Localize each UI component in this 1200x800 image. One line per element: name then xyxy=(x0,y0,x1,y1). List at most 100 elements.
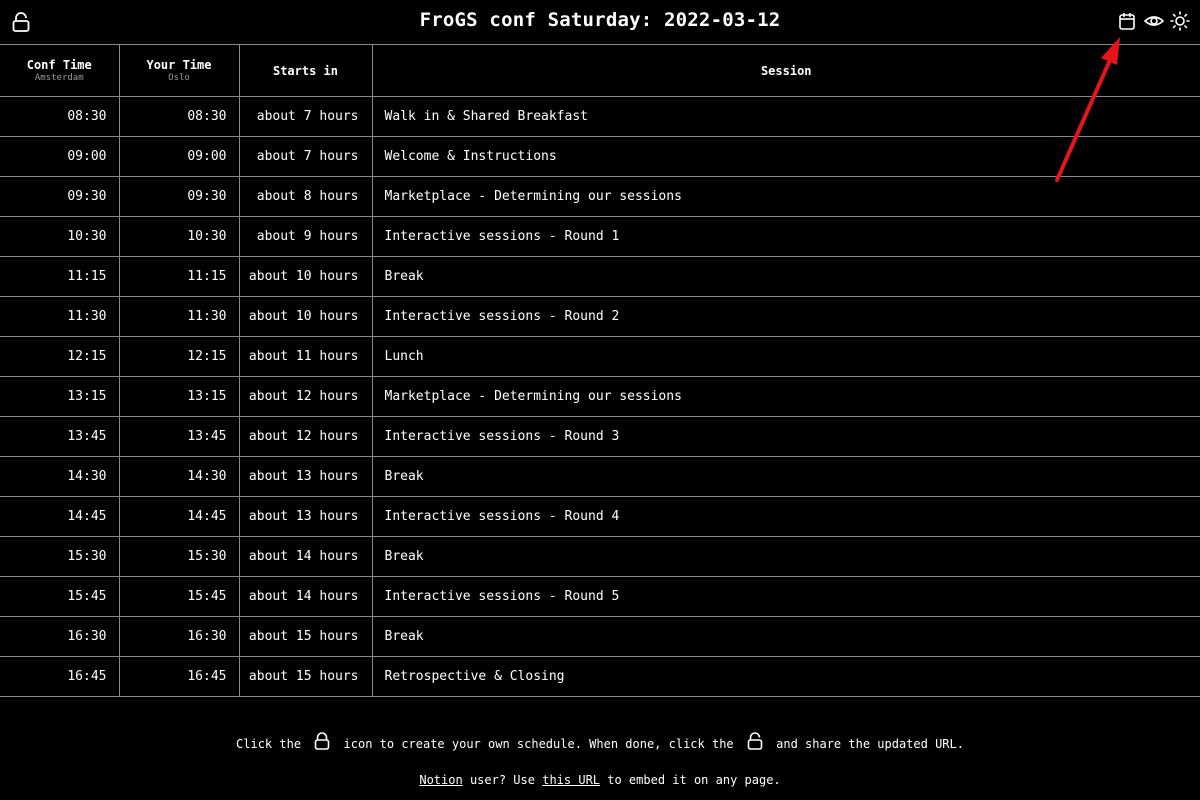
starts-in-cell: about 9 hours xyxy=(239,216,373,257)
your-time-cell: 15:45 xyxy=(119,576,240,617)
starts-in-cell: about 8 hours xyxy=(239,176,373,217)
table-header-row: Conf Time Amsterdam Your Time Oslo Start… xyxy=(0,44,1200,97)
starts-in-cell: about 7 hours xyxy=(239,136,373,177)
column-header-conf-time: Conf Time Amsterdam xyxy=(0,44,120,97)
session-cell: Retrospective & Closing xyxy=(372,656,1200,697)
starts-in-cell: about 12 hours xyxy=(239,416,373,457)
conf-time-cell: 15:45 xyxy=(0,576,120,617)
lock-icon xyxy=(314,732,330,750)
table-row: 16:30 16:30 about 15 hours Break xyxy=(0,616,1200,657)
your-time-cell: 16:45 xyxy=(119,656,240,697)
conf-time-cell: 09:00 xyxy=(0,136,120,177)
conf-time-cell: 11:15 xyxy=(0,256,120,297)
table-row: 15:45 15:45 about 14 hours Interactive sess… xyxy=(0,576,1200,617)
notion-link[interactable]: Notion xyxy=(419,773,462,787)
session-cell: Interactive sessions - Round 3 xyxy=(372,416,1200,457)
session-cell: Walk in & Shared Breakfast xyxy=(372,96,1200,137)
unlock-icon xyxy=(747,732,763,750)
starts-in-cell: about 11 hours xyxy=(239,336,373,377)
table-row: 13:45 13:45 about 12 hours Interactive sess… xyxy=(0,416,1200,457)
starts-in-cell: about 15 hours xyxy=(239,656,373,697)
your-time-cell: 15:30 xyxy=(119,536,240,577)
your-time-cell: 09:00 xyxy=(119,136,240,177)
schedule-table: Conf Time Amsterdam Your Time Oslo Start… xyxy=(0,44,1200,697)
table-row: 14:30 14:30 about 13 hours Break xyxy=(0,456,1200,497)
conf-time-cell: 11:30 xyxy=(0,296,120,337)
table-row: 15:30 15:30 about 14 hours Break xyxy=(0,536,1200,577)
footer-text-2: icon to create your own schedule. When d… xyxy=(343,737,734,751)
header: FroGS conf Saturday: 2022-03-12 xyxy=(0,0,1200,44)
session-cell: Break xyxy=(372,616,1200,657)
conf-time-cell: 09:30 xyxy=(0,176,120,217)
session-cell: Break xyxy=(372,456,1200,497)
session-cell: Welcome & Instructions xyxy=(372,136,1200,177)
column-header-your-time: Your Time Oslo xyxy=(119,44,240,97)
your-time-cell: 10:30 xyxy=(119,216,240,257)
table-row: 08:30 08:30 about 7 hours Walk in & Shared … xyxy=(0,96,1200,137)
your-time-cell: 12:15 xyxy=(119,336,240,377)
conf-time-cell: 14:30 xyxy=(0,456,120,497)
table-row: 12:15 12:15 about 11 hours Lunch xyxy=(0,336,1200,377)
your-time-cell: 08:30 xyxy=(119,96,240,137)
session-cell: Break xyxy=(372,536,1200,577)
calendar-icon[interactable] xyxy=(1118,11,1136,31)
footer-text-1: Click the xyxy=(236,737,302,751)
table-row: 11:15 11:15 about 10 hours Break xyxy=(0,256,1200,297)
your-time-cell: 11:30 xyxy=(119,296,240,337)
conf-time-cell: 13:45 xyxy=(0,416,120,457)
table-row: 11:30 11:30 about 10 hours Interactive sess… xyxy=(0,296,1200,337)
conf-time-cell: 16:30 xyxy=(0,616,120,657)
conf-time-cell: 13:15 xyxy=(0,376,120,417)
your-time-cell: 14:45 xyxy=(119,496,240,537)
eye-icon[interactable] xyxy=(1143,11,1165,31)
starts-in-cell: about 13 hours xyxy=(239,456,373,497)
footer-embed-text-2: to embed it on any page. xyxy=(607,773,781,787)
table-row: 10:30 10:30 about 9 hours Interactive sessi… xyxy=(0,216,1200,257)
session-cell: Interactive sessions - Round 1 xyxy=(372,216,1200,257)
starts-in-cell: about 14 hours xyxy=(239,576,373,617)
session-cell: Interactive sessions - Round 2 xyxy=(372,296,1200,337)
starts-in-cell: about 15 hours xyxy=(239,616,373,657)
session-cell: Break xyxy=(372,256,1200,297)
footer-text-3: and share the updated URL. xyxy=(776,737,964,751)
table-row: 16:45 16:45 about 15 hours Retrospective & … xyxy=(0,656,1200,697)
footer-instructions: Click the icon to create your own schedu… xyxy=(0,732,1200,751)
embed-url-link[interactable]: this URL xyxy=(542,773,600,787)
conf-time-cell: 14:45 xyxy=(0,496,120,537)
starts-in-cell: about 12 hours xyxy=(239,376,373,417)
header-icon-group xyxy=(1118,11,1190,31)
conf-time-cell: 10:30 xyxy=(0,216,120,257)
session-cell: Marketplace - Determining our sessions xyxy=(372,376,1200,417)
your-timezone-label: Oslo xyxy=(168,73,190,83)
conf-time-cell: 12:15 xyxy=(0,336,120,377)
conf-time-cell: 08:30 xyxy=(0,96,120,137)
sun-icon[interactable] xyxy=(1170,11,1190,31)
table-row: 13:15 13:15 about 12 hours Marketplace - De… xyxy=(0,376,1200,417)
table-row: 09:00 09:00 about 7 hours Welcome & Instruc… xyxy=(0,136,1200,177)
starts-in-cell: about 10 hours xyxy=(239,296,373,337)
conf-time-label: Conf Time xyxy=(26,58,92,72)
your-time-cell: 13:15 xyxy=(119,376,240,417)
starts-in-cell: about 13 hours xyxy=(239,496,373,537)
conf-time-cell: 16:45 xyxy=(0,656,120,697)
starts-in-cell: about 7 hours xyxy=(239,96,373,137)
starts-in-cell: about 10 hours xyxy=(239,256,373,297)
your-time-cell: 13:45 xyxy=(119,416,240,457)
your-time-cell: 16:30 xyxy=(119,616,240,657)
footer-embed-text-1: user? Use xyxy=(469,773,535,787)
conf-timezone-label: Amsterdam xyxy=(34,73,84,83)
session-cell: Lunch xyxy=(372,336,1200,377)
session-cell: Interactive sessions - Round 5 xyxy=(372,576,1200,617)
table-row: 14:45 14:45 about 13 hours Interactive sess… xyxy=(0,496,1200,537)
page-title: FroGS conf Saturday: 2022-03-12 xyxy=(419,9,781,31)
column-header-session: Session xyxy=(372,44,1200,97)
your-time-cell: 09:30 xyxy=(119,176,240,217)
session-cell: Interactive sessions - Round 4 xyxy=(372,496,1200,537)
conf-time-cell: 15:30 xyxy=(0,536,120,577)
column-header-starts-in: Starts in xyxy=(239,44,373,97)
your-time-cell: 11:15 xyxy=(119,256,240,297)
session-cell: Marketplace - Determining our sessions xyxy=(372,176,1200,217)
your-time-label: Your Time xyxy=(146,58,212,72)
footer-embed: Notion user? Use this URL to embed it on… xyxy=(0,773,1200,787)
your-time-cell: 14:30 xyxy=(119,456,240,497)
